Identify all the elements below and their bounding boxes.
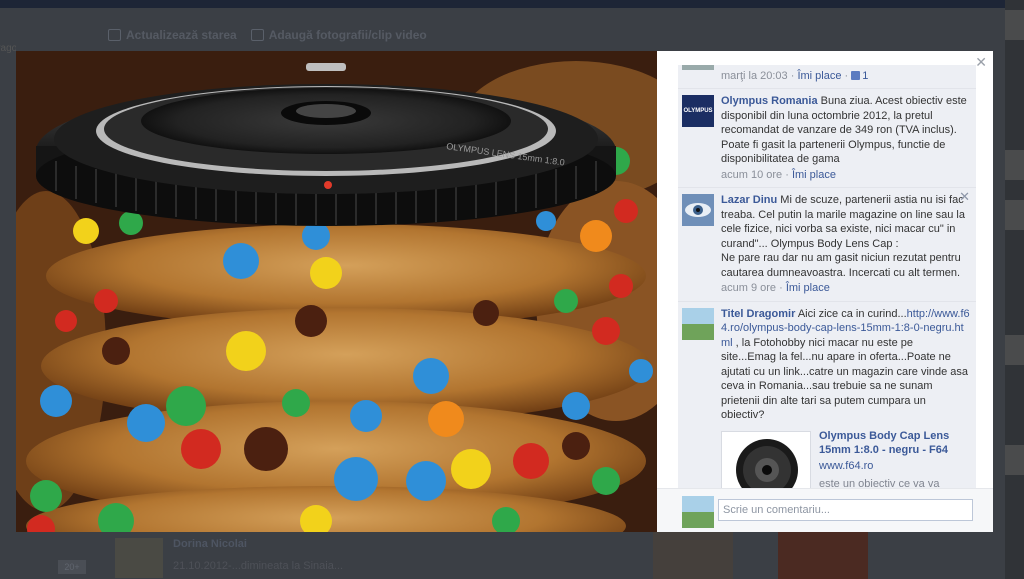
like-link[interactable]: Îmi place — [786, 282, 830, 294]
landscape-photo-icon — [682, 307, 714, 340]
comment-author[interactable]: Titel Dragomir — [721, 308, 795, 320]
comment-item: Titel Dragomir Aici zice ca in curind...… — [678, 301, 976, 490]
thumbs-up-icon — [851, 71, 861, 80]
comment-author[interactable]: Olympus Romania — [721, 95, 818, 107]
delete-comment-icon[interactable]: ✕ — [959, 189, 970, 205]
left-count-badge: 20+ — [58, 560, 86, 574]
update-status-link: Actualizează starea — [108, 28, 237, 42]
add-photo-link: Adaugă fotografii/clip video — [250, 28, 427, 42]
post-text: 21.10.2012-...dimineata la Sinaia... — [173, 560, 344, 572]
avatar[interactable] — [682, 194, 714, 226]
preview-image[interactable] — [721, 430, 811, 490]
comment-time: acum 10 ore — [721, 168, 783, 181]
comment-input[interactable]: Scrie un comentariu... — [718, 499, 973, 521]
background-thumb — [778, 532, 868, 579]
comment-panel: ✕ marţi la 20:03 · Îmi place · 1 OLYMPUS… — [657, 51, 993, 532]
comment-time: marţi la 20:03 — [721, 70, 788, 82]
left-name: Dragomir — [0, 43, 16, 54]
strip-thumb — [1005, 445, 1024, 475]
preview-domain[interactable]: www.f64.ro — [819, 459, 873, 474]
landscape-photo-icon — [682, 496, 714, 528]
strip-thumb — [1005, 200, 1024, 230]
reply-box: Scrie un comentariu... — [657, 488, 993, 532]
preview-title[interactable]: Olympus Body Cap Lens 15mm 1:8.0 - negru… — [819, 429, 969, 457]
strip-thumb — [1005, 335, 1024, 365]
avatar[interactable]: OLYMPUS — [682, 95, 714, 127]
link-preview[interactable]: Olympus Body Cap Lens 15mm 1:8.0 - negru… — [721, 429, 970, 490]
like-link[interactable]: Îmi place — [797, 70, 841, 82]
previous-comment-meta: marţi la 20:03 · Îmi place · 1 — [678, 65, 976, 89]
photo-image: OLYMPUS LENS 15mm 1:8.0 — [16, 51, 657, 532]
top-bar — [0, 0, 1024, 8]
background-post: Dorina Nicolai 21.10.2012-...dimineata l… — [115, 534, 615, 579]
post-author: Dorina Nicolai — [173, 538, 247, 550]
eye-photo-icon — [685, 203, 711, 217]
background-thumb — [653, 532, 733, 579]
comment-list: marţi la 20:03 · Îmi place · 1 OLYMPUS O… — [657, 65, 993, 490]
comment-item: OLYMPUS Olympus Romania Buna ziua. Acest… — [678, 89, 976, 188]
comment-time: acum 9 ore — [721, 282, 777, 294]
lightbox-photo[interactable]: OLYMPUS LENS 15mm 1:8.0 — [16, 51, 657, 532]
strip-thumb — [1005, 150, 1024, 180]
strip-thumb — [1005, 10, 1024, 40]
comment-item: ✕ Lazar Dinu Mi de scuze, partenerii ast… — [678, 188, 976, 302]
right-strip — [1005, 0, 1024, 579]
avatar[interactable] — [682, 307, 714, 340]
pencil-icon — [108, 29, 121, 41]
comment-text-continued: , la Fotohobby nici macar nu este pe sit… — [721, 336, 969, 422]
left-column: Dragomir — [0, 30, 16, 530]
avatar — [682, 65, 714, 70]
like-count[interactable]: 1 — [851, 70, 868, 82]
comment-author[interactable]: Lazar Dinu — [721, 194, 777, 206]
like-link[interactable]: Îmi place — [792, 169, 836, 181]
lens-cap-thumbnail-icon — [722, 431, 810, 490]
comment-text-continued: Ne pare rau dar nu am gasit niciun rezut… — [721, 252, 961, 279]
composer-bar: Actualizează starea Adaugă fotografii/cl… — [108, 22, 648, 48]
avatar — [682, 496, 714, 528]
comment-text: Aici zice ca in curind... — [797, 307, 907, 320]
post-avatar — [115, 538, 163, 578]
camera-icon — [250, 29, 264, 41]
